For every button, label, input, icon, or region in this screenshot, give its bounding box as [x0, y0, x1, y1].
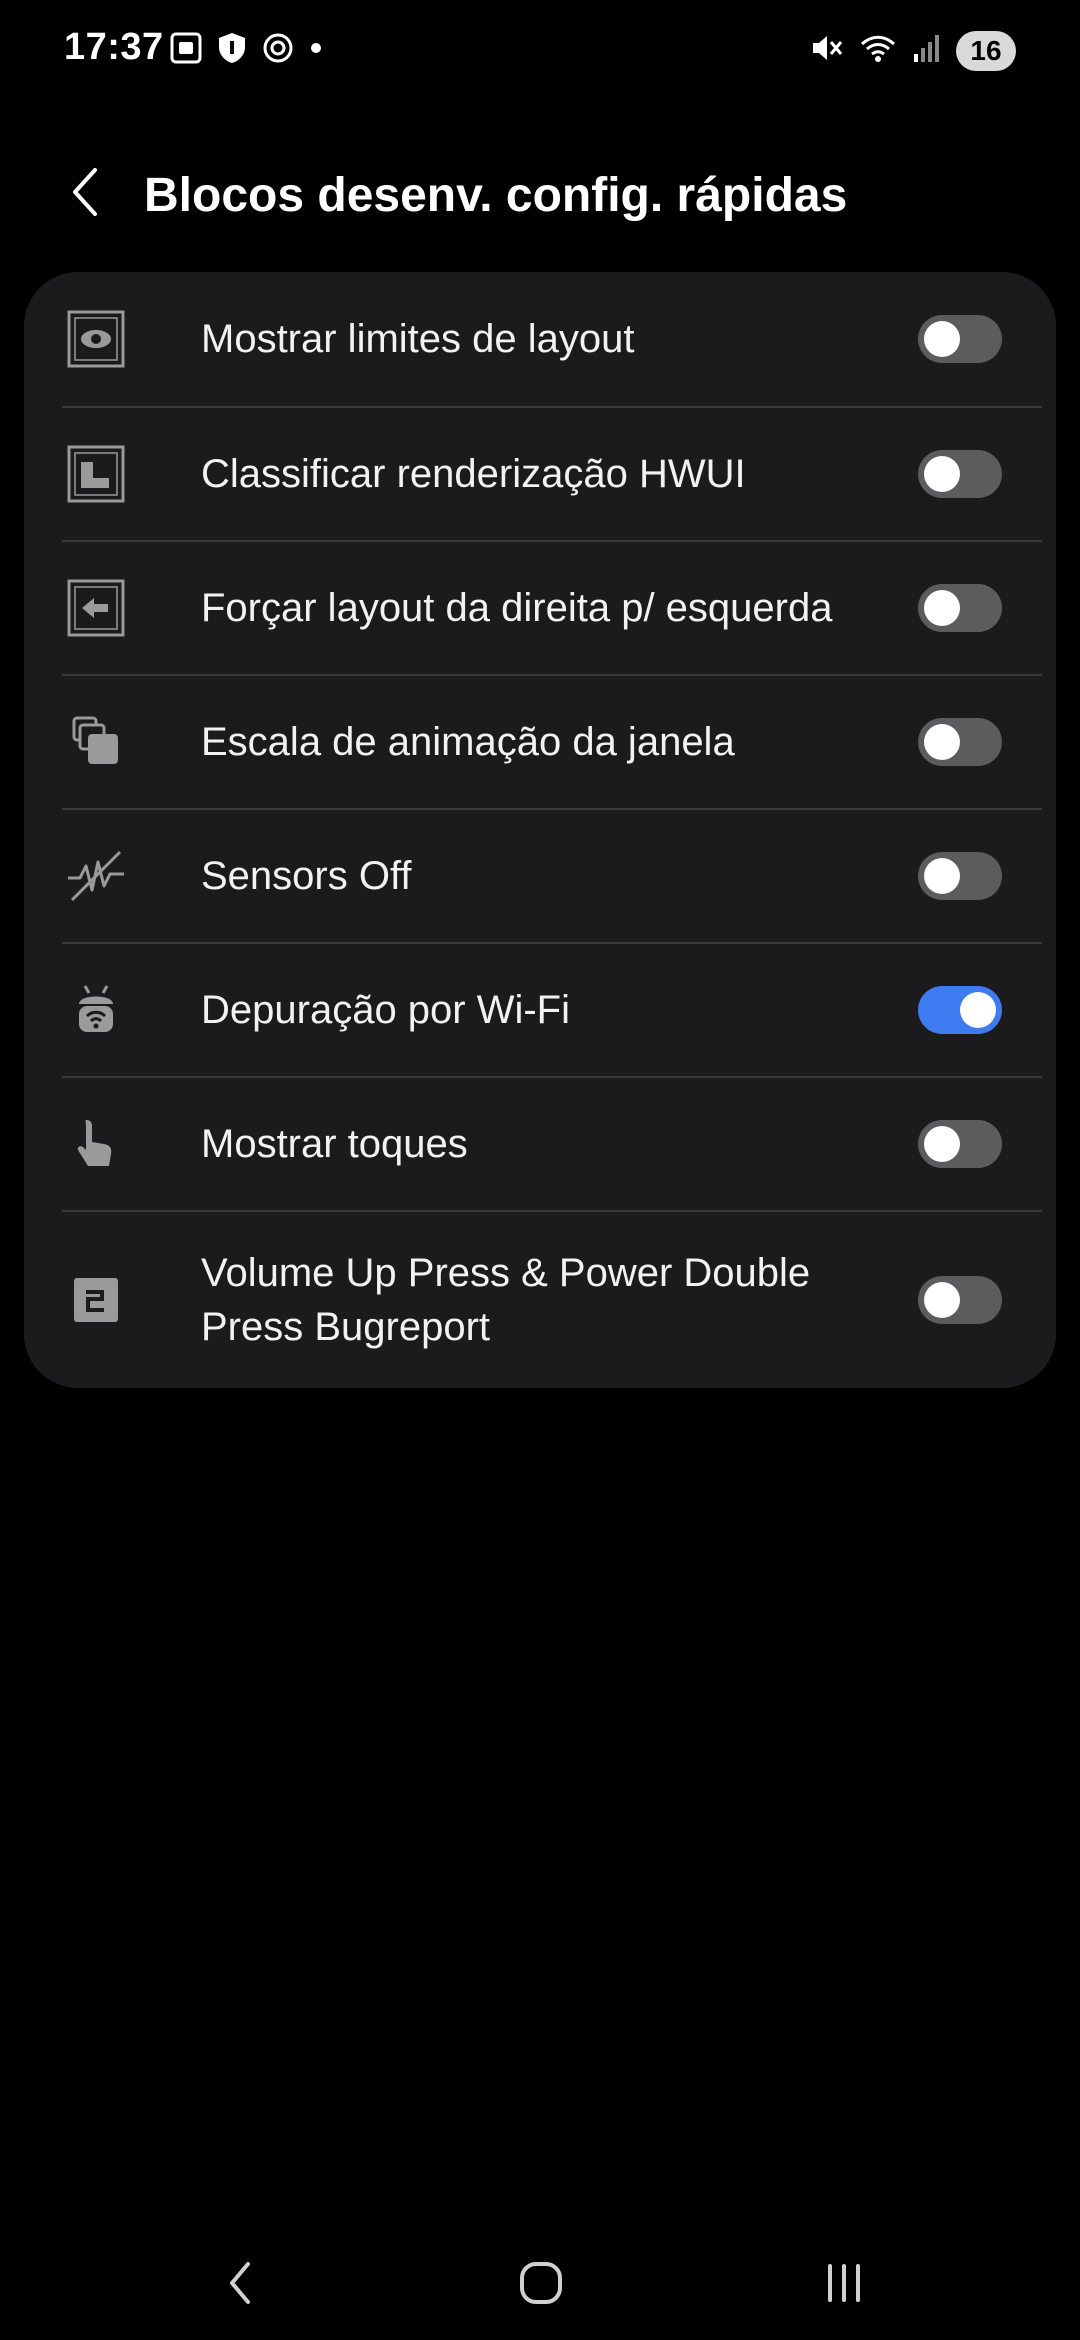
tile-row-hwui[interactable]: Classificar renderização HWUI [24, 408, 1056, 540]
tile-label: Mostrar toques [201, 1122, 468, 1166]
battery-indicator: 16 [956, 30, 1016, 71]
shield-icon [214, 30, 250, 71]
toggle-switch[interactable] [918, 1120, 1002, 1168]
threads-icon [260, 30, 296, 71]
wifi-debug-icon [66, 980, 126, 1040]
toggle-knob [924, 858, 960, 894]
app-header: Blocos desenv. config. rápidas [0, 150, 1080, 240]
nav-home-button[interactable] [501, 2250, 581, 2320]
back-button[interactable] [60, 164, 110, 224]
navigation-bar [0, 2230, 1080, 2340]
toggle-switch[interactable] [918, 718, 1002, 766]
tile-row-sensors-off[interactable]: Sensors Off [24, 810, 1056, 942]
nav-recents-icon [819, 2258, 869, 2313]
toggle-knob [924, 456, 960, 492]
toggle-knob [960, 992, 996, 1028]
tile-row-bugreport[interactable]: Volume Up Press & Power Double Press Bug… [24, 1212, 1056, 1388]
toggle-knob [924, 590, 960, 626]
animation-scale-icon [66, 712, 126, 772]
rtl-layout-icon [66, 578, 126, 638]
toggle-switch[interactable] [918, 315, 1002, 363]
tile-label: Forçar layout da direita p/ esquerda [201, 586, 833, 630]
mute-icon [808, 30, 844, 71]
tile-label: Mostrar limites de layout [201, 317, 635, 361]
tile-label: Depuração por Wi-Fi [201, 988, 571, 1032]
sensors-off-icon [66, 846, 126, 906]
tile-row-wifi-debug[interactable]: Depuração por Wi-Fi [24, 944, 1056, 1076]
chevron-left-icon [65, 164, 105, 225]
toggle-knob [924, 321, 960, 357]
signal-icon [912, 30, 942, 71]
toggle-switch[interactable] [918, 450, 1002, 498]
nav-home-icon [516, 2258, 566, 2313]
status-bar: 17:37 16 [0, 0, 1080, 100]
tile-label: Sensors Off [201, 854, 412, 898]
toggle-knob [924, 724, 960, 760]
toggle-knob [924, 1126, 960, 1162]
toggle-switch[interactable] [918, 852, 1002, 900]
tile-label: Volume Up Press & Power Double Press Bug… [201, 1251, 811, 1349]
status-notification-icons [168, 30, 326, 71]
layout-bounds-icon [66, 309, 126, 369]
tile-row-rtl[interactable]: Forçar layout da direita p/ esquerda [24, 542, 1056, 674]
hwui-render-icon [66, 444, 126, 504]
dot-icon [306, 30, 326, 71]
toggle-switch[interactable] [918, 986, 1002, 1034]
tile-label: Escala de animação da janela [201, 720, 735, 764]
tile-label: Classificar renderização HWUI [201, 452, 746, 496]
toggle-switch[interactable] [918, 1276, 1002, 1324]
quick-tiles-card: Mostrar limites de layout Classificar re… [24, 272, 1056, 1388]
wifi-icon [858, 30, 898, 71]
page-title: Blocos desenv. config. rápidas [144, 169, 848, 222]
nav-back-button[interactable] [200, 2250, 280, 2320]
toggle-knob [924, 1282, 960, 1318]
status-time: 17:37 [64, 26, 164, 68]
status-system-icons: 16 [808, 30, 1016, 71]
tile-row-layout-bounds[interactable]: Mostrar limites de layout [24, 272, 1056, 406]
tile-row-animation-scale[interactable]: Escala de animação da janela [24, 676, 1056, 808]
toggle-switch[interactable] [918, 584, 1002, 632]
tile-row-show-touches[interactable]: Mostrar toques [24, 1078, 1056, 1210]
nav-recents-button[interactable] [804, 2250, 884, 2320]
nav-back-icon [220, 2258, 260, 2313]
screenshot-icon [168, 30, 204, 71]
bugreport-icon [66, 1270, 126, 1330]
touch-icon [66, 1114, 126, 1174]
